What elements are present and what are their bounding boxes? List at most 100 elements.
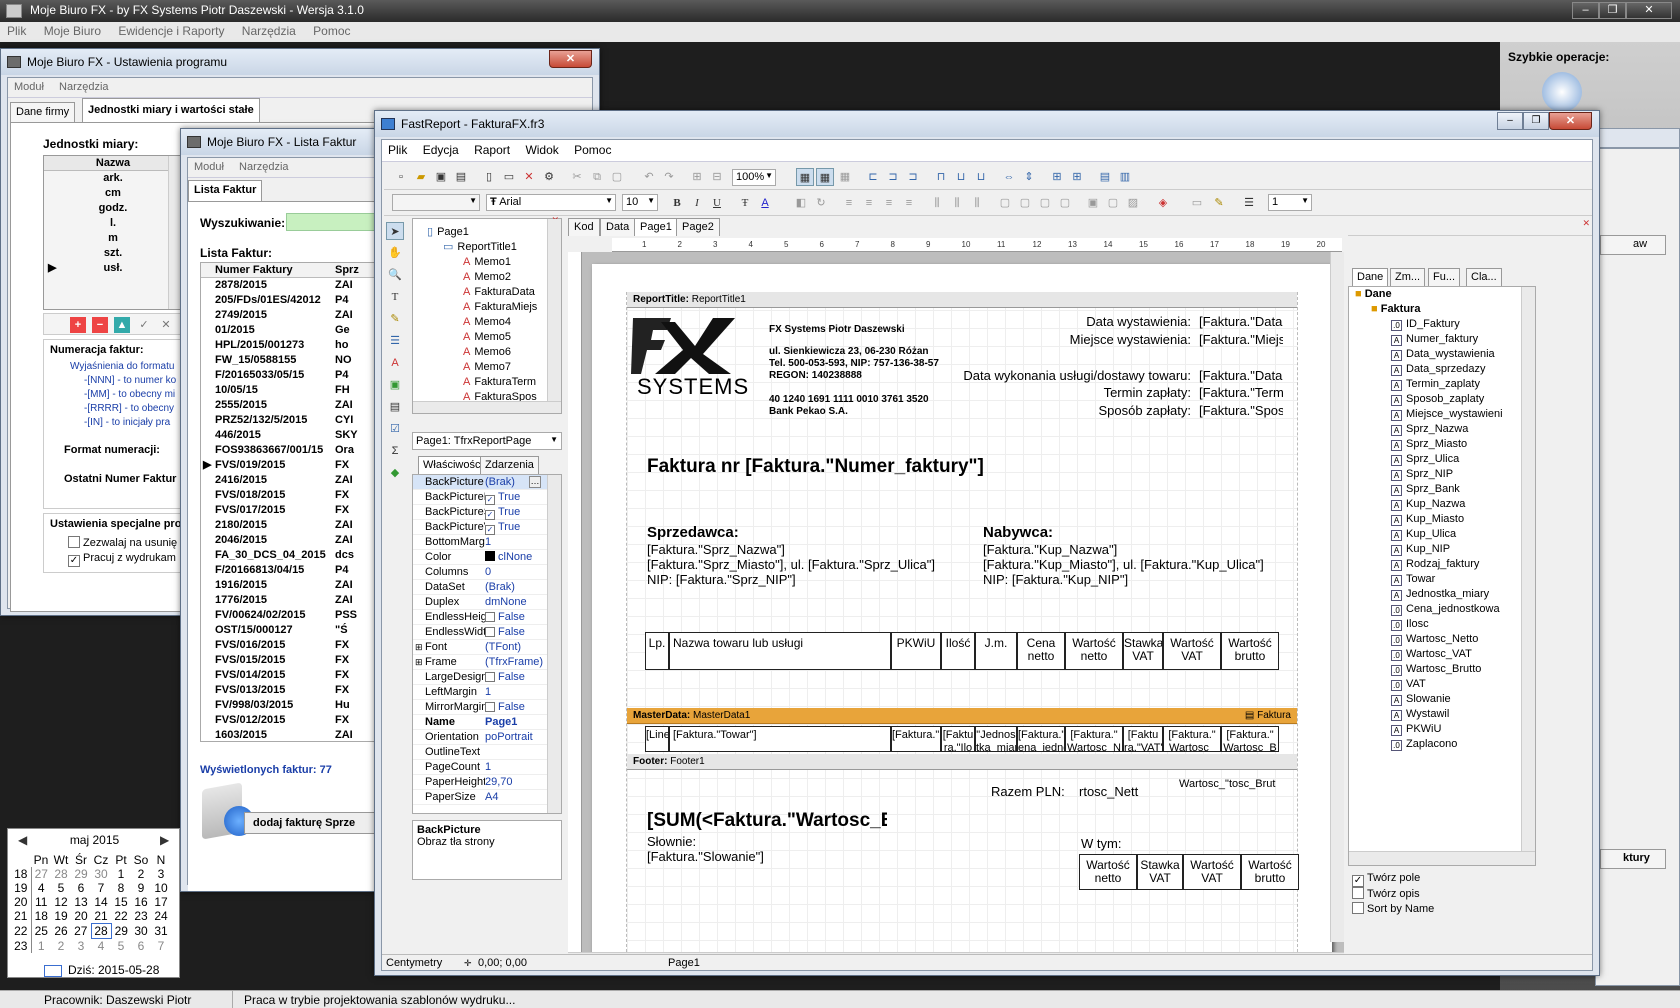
invoice-row[interactable]: FVS/015/2015 FX	[201, 653, 389, 668]
table-cell[interactable]: [Faktura." Wartosc_B	[1221, 726, 1279, 752]
menu-plik[interactable]: Plik	[0, 22, 33, 38]
column-sprzedawca[interactable]: Sprz	[335, 263, 359, 277]
tree-item[interactable]: A Memo6	[413, 345, 561, 360]
company-address[interactable]: ul. Sienkiewicza 23, 06-230 Różan	[769, 346, 929, 357]
calendar-day[interactable]: 29	[71, 867, 91, 881]
property-row[interactable]: LeftMargin 1	[413, 685, 561, 700]
property-row[interactable]: Orientation poPortrait	[413, 730, 561, 745]
new-page-icon[interactable]: ▯	[480, 168, 498, 186]
checkbox-box[interactable]	[68, 555, 80, 567]
tab-page2[interactable]: Page2	[676, 218, 720, 236]
invoice-row[interactable]: 1916/2015 ZAI	[201, 578, 389, 593]
field-item[interactable]: A Data_wystawienia	[1349, 347, 1535, 362]
calendar-day[interactable]: 7	[91, 881, 111, 895]
units-list-item[interactable]: godz.	[44, 201, 182, 216]
space-v-icon[interactable]: ⇕	[1020, 168, 1038, 186]
checkbox-box[interactable]	[485, 495, 495, 505]
tab-kod[interactable]: Kod	[568, 218, 600, 236]
calendar-day[interactable]: 25	[31, 924, 51, 939]
fr-menu-widok[interactable]: Widok	[519, 140, 564, 160]
table-cell[interactable]: Ilość	[941, 632, 975, 670]
calendar-day[interactable]: 14	[91, 895, 111, 909]
payment-term-value[interactable]: [Faktura."Term	[1199, 385, 1283, 400]
frame-none-icon[interactable]: ▢	[1104, 194, 1122, 212]
calendar-day[interactable]: 17	[151, 895, 171, 909]
property-row[interactable]: BottomMargi 1	[413, 535, 561, 550]
fr-menu-pomoc[interactable]: Pomoc	[568, 140, 617, 160]
field-item[interactable]: A Rodzaj_faktury	[1349, 557, 1535, 572]
space-h-icon[interactable]: ⇔	[1000, 168, 1018, 186]
minimize-button[interactable]: ‒	[1572, 2, 1599, 19]
hand-tool-icon[interactable]: ✋	[386, 244, 404, 262]
calendar-day[interactable]: 28	[51, 867, 71, 881]
table-cell[interactable]: [Faktura." Wartosc_N	[1065, 726, 1123, 752]
table-cell[interactable]: "Jednos tka_miar	[975, 726, 1017, 752]
invoice-row[interactable]: HPL/2015/001273 ho	[201, 338, 389, 353]
frame-all-icon[interactable]: ▣	[1084, 194, 1102, 212]
valign-middle-icon[interactable]: ⫼	[948, 194, 966, 212]
align-top-icon[interactable]: ⊓	[932, 168, 950, 186]
field-item[interactable]: A Wystawil	[1349, 707, 1535, 722]
field-item[interactable]: .0 Wartosc_Netto	[1349, 632, 1535, 647]
font-size-select[interactable]: 10 ▼	[622, 194, 658, 211]
field-item[interactable]: A Sprz_NIP	[1349, 467, 1535, 482]
property-row[interactable]: PaperSize A4	[413, 790, 561, 805]
zoom-tool-icon[interactable]: 🔍	[386, 266, 404, 284]
style-select[interactable]: ▼	[392, 194, 480, 211]
invoice-row[interactable]: 1603/2015 ZAI	[201, 728, 389, 743]
tree-item[interactable]: A Memo1	[413, 255, 561, 270]
field-item[interactable]: A Miejsce_wystawieni	[1349, 407, 1535, 422]
buyer-label[interactable]: Nabywca:	[983, 524, 1053, 541]
seller-label[interactable]: Sprzedawca:	[647, 524, 739, 541]
data-tree[interactable]: ■ Dane ■ Faktura .0 ID_Faktury A Numer_fakt…	[1348, 286, 1536, 866]
property-row[interactable]: Frame (TfrxFrame) ⊞	[413, 655, 561, 670]
tree-item[interactable]: A FakturaMiejs	[413, 300, 561, 315]
center-v-icon[interactable]: ⊞	[1068, 168, 1086, 186]
invoice-row[interactable]: F/20166813/04/15 P4	[201, 563, 389, 578]
property-row[interactable]: LargeDesign False	[413, 670, 561, 685]
checkbox-box[interactable]	[485, 510, 495, 520]
fill-color-icon[interactable]: ◈	[1154, 194, 1172, 212]
snap-grid-icon[interactable]: ▦	[816, 168, 834, 186]
open-icon[interactable]: ▰	[412, 168, 430, 186]
calendar-day[interactable]: 1	[31, 939, 51, 954]
save-icon[interactable]: ▣	[432, 168, 450, 186]
tab-funkcje[interactable]: Fu...	[1428, 268, 1461, 286]
opt-create-caption[interactable]: Twórz opis	[1352, 887, 1420, 900]
opt-create-field[interactable]: Twórz pole	[1352, 872, 1420, 887]
calendar-day[interactable]: 30	[91, 867, 111, 881]
table-cell[interactable]: [Faktura."PKWiU	[891, 726, 941, 752]
text-align-center-icon[interactable]: ≡	[860, 194, 878, 212]
shape-tool-icon[interactable]: ◆	[386, 464, 404, 482]
invoice-row[interactable]: FVS/013/2015 FX	[201, 683, 389, 698]
units-list-item[interactable]: ark.	[44, 171, 182, 186]
checkbox-box[interactable]	[485, 702, 495, 712]
tree-item[interactable]: ▯ Page1	[413, 225, 561, 240]
tree-item[interactable]: A Memo2	[413, 270, 561, 285]
field-item[interactable]: .0 VAT	[1349, 677, 1535, 692]
property-row[interactable]: BackPicture (Brak)…	[413, 475, 561, 490]
fr-maximize-button[interactable]: ❐	[1523, 112, 1549, 130]
table-cell[interactable]: [Faktu ra."VAT"	[1123, 726, 1163, 752]
redo-icon[interactable]: ↷	[660, 168, 678, 186]
cut-icon[interactable]: ✂	[568, 168, 586, 186]
field-item[interactable]: A Kup_Miasto	[1349, 512, 1535, 527]
allow-delete-checkbox[interactable]: Zezwalaj na usunię	[68, 536, 177, 549]
dataset-node[interactable]: ■ Faktura	[1349, 302, 1535, 317]
calendar-day[interactable]: 24	[151, 909, 171, 924]
calendar-day[interactable]: 18	[31, 909, 51, 924]
menu-ewidencje[interactable]: Ewidencje i Raporty	[111, 22, 231, 38]
invoice-row[interactable]: 10/05/15 FH	[201, 383, 389, 398]
tab-zmienne[interactable]: Zm...	[1390, 268, 1426, 286]
format-tool-icon[interactable]: ✎	[386, 310, 404, 328]
units-list[interactable]: Nazwa ark. cm godz. l. m szt. ▶ usł.	[43, 155, 183, 310]
table-cell[interactable]: [Faktura."C ena_jedno	[1017, 726, 1065, 752]
invoice-row[interactable]: 01/2015 Ge	[201, 323, 389, 338]
data-panel-close-icon[interactable]: ✕	[1582, 218, 1590, 229]
text-align-left-icon[interactable]: ≡	[840, 194, 858, 212]
invoice-row[interactable]: F/20165033/05/15 P4	[201, 368, 389, 383]
invoice-row[interactable]: FVS/012/2015 FX	[201, 713, 389, 728]
checkbox-box[interactable]	[1352, 887, 1364, 899]
company-account[interactable]: 40 1240 1691 1111 0010 3761 3520	[769, 394, 929, 405]
table-cell[interactable]: Cena netto	[1017, 632, 1065, 670]
